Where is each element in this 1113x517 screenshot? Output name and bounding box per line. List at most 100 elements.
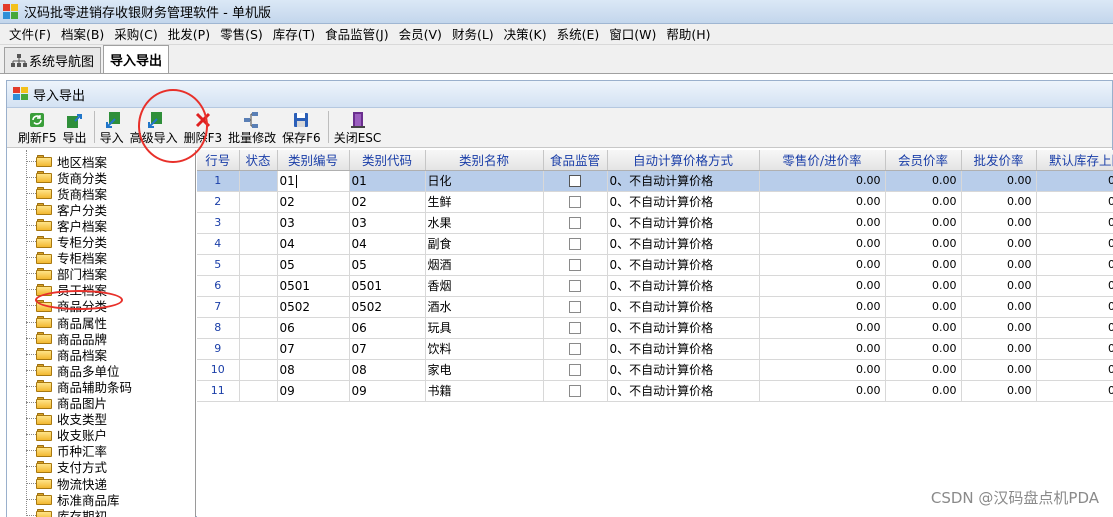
table-cell[interactable]: 0、不自动计算价格 bbox=[607, 191, 760, 213]
table-cell[interactable] bbox=[239, 359, 278, 381]
column-header[interactable]: 状态 bbox=[239, 150, 278, 171]
rate-cell[interactable]: 0.00 bbox=[961, 359, 1037, 381]
menu-item[interactable]: 食品监管(J) bbox=[320, 24, 393, 45]
rate-cell[interactable]: 0.00 bbox=[961, 380, 1037, 402]
rate-cell[interactable]: 0.00 bbox=[759, 254, 886, 276]
food-supervision-checkbox[interactable] bbox=[543, 296, 608, 318]
rate-cell[interactable]: 0.00 bbox=[1036, 359, 1113, 381]
export-button[interactable]: 导出 bbox=[62, 109, 88, 145]
menu-item[interactable]: 窗口(W) bbox=[604, 24, 661, 45]
tree-item[interactable]: 标准商品库 bbox=[26, 491, 120, 508]
menu-item[interactable]: 帮助(H) bbox=[661, 24, 715, 45]
table-cell[interactable]: 0、不自动计算价格 bbox=[607, 359, 760, 381]
table-row[interactable]: 705020502酒水0、不自动计算价格0.000.000.000.00 bbox=[197, 296, 1113, 318]
table-row[interactable]: 90707饮料0、不自动计算价格0.000.000.000.00 bbox=[197, 338, 1113, 360]
tree-item[interactable]: 商品分类 bbox=[26, 298, 107, 314]
menu-item[interactable]: 零售(S) bbox=[215, 24, 268, 45]
rate-cell[interactable]: 0.00 bbox=[961, 191, 1037, 213]
rate-cell[interactable]: 0.00 bbox=[759, 380, 886, 402]
tree-item[interactable]: 库存期初 bbox=[26, 507, 107, 517]
row-number-cell[interactable]: 8 bbox=[197, 317, 240, 339]
refresh-button[interactable]: 刷新F5 bbox=[17, 109, 58, 145]
table-cell[interactable]: 0、不自动计算价格 bbox=[607, 317, 760, 339]
table-cell[interactable]: 04 bbox=[349, 233, 426, 255]
table-cell[interactable]: 酒水 bbox=[425, 296, 544, 318]
tree-item[interactable]: 收支类型 bbox=[26, 411, 107, 427]
tree-item[interactable]: 货商档案 bbox=[26, 185, 107, 202]
import-button[interactable]: 导入 bbox=[99, 109, 125, 145]
rate-cell[interactable]: 0.00 bbox=[759, 317, 886, 339]
table-cell[interactable]: 01 bbox=[277, 170, 350, 192]
rate-cell[interactable]: 0.00 bbox=[885, 212, 962, 234]
table-cell[interactable] bbox=[239, 233, 278, 255]
table-cell[interactable]: 05 bbox=[349, 254, 426, 276]
table-cell[interactable]: 01 bbox=[349, 170, 426, 192]
row-number-cell[interactable]: 2 bbox=[197, 191, 240, 213]
checkbox[interactable] bbox=[569, 385, 581, 397]
table-row[interactable]: 110909书籍0、不自动计算价格0.000.000.000.00 bbox=[197, 380, 1113, 402]
rate-cell[interactable]: 0.00 bbox=[885, 170, 962, 192]
rate-cell[interactable]: 0.00 bbox=[885, 296, 962, 318]
tree-item[interactable]: 商品属性 bbox=[26, 314, 107, 331]
food-supervision-checkbox[interactable] bbox=[543, 359, 608, 381]
rate-cell[interactable]: 0.00 bbox=[885, 380, 962, 402]
checkbox[interactable] bbox=[569, 259, 581, 271]
rate-cell[interactable]: 0.00 bbox=[961, 317, 1037, 339]
table-cell[interactable]: 09 bbox=[277, 380, 350, 402]
tree-item[interactable]: 支付方式 bbox=[26, 459, 107, 475]
table-cell[interactable] bbox=[239, 296, 278, 318]
column-header[interactable]: 食品监管 bbox=[543, 150, 608, 171]
rate-cell[interactable]: 0.00 bbox=[961, 275, 1037, 297]
tree-item[interactable]: 客户分类 bbox=[26, 201, 107, 218]
column-header[interactable]: 批发价率 bbox=[961, 150, 1037, 171]
row-number-cell[interactable]: 11 bbox=[197, 380, 240, 402]
column-header[interactable]: 零售价/进价率 bbox=[759, 150, 886, 171]
table-cell[interactable]: 0501 bbox=[277, 275, 350, 297]
table-row[interactable]: 80606玩具0、不自动计算价格0.000.000.000.00 bbox=[197, 317, 1113, 339]
tree-item[interactable]: 收支账户 bbox=[26, 427, 107, 443]
table-cell[interactable] bbox=[239, 338, 278, 360]
menu-item[interactable]: 采购(C) bbox=[109, 24, 162, 45]
table-cell[interactable]: 05 bbox=[277, 254, 350, 276]
checkbox[interactable] bbox=[569, 280, 581, 292]
rate-cell[interactable]: 0.00 bbox=[1036, 338, 1113, 360]
rate-cell[interactable]: 0.00 bbox=[961, 212, 1037, 234]
checkbox[interactable] bbox=[569, 217, 581, 229]
table-cell[interactable]: 09 bbox=[349, 380, 426, 402]
checkbox[interactable] bbox=[569, 301, 581, 313]
menu-item[interactable]: 批发(P) bbox=[163, 24, 215, 45]
rate-cell[interactable]: 0.00 bbox=[961, 338, 1037, 360]
table-cell[interactable]: 家电 bbox=[425, 359, 544, 381]
tree-item[interactable]: 商品图片 bbox=[26, 395, 107, 411]
table-cell[interactable]: 0、不自动计算价格 bbox=[607, 170, 760, 192]
row-number-cell[interactable]: 1 bbox=[197, 170, 240, 192]
rate-cell[interactable]: 0.00 bbox=[759, 275, 886, 297]
menu-item[interactable]: 库存(T) bbox=[268, 24, 320, 45]
table-cell[interactable]: 0502 bbox=[349, 296, 426, 318]
row-number-cell[interactable]: 4 bbox=[197, 233, 240, 255]
column-header[interactable]: 类别代码 bbox=[349, 150, 426, 171]
tree-item[interactable]: 地区档案 bbox=[26, 153, 107, 170]
table-row[interactable]: 20202生鲜0、不自动计算价格0.000.000.000.00 bbox=[197, 191, 1113, 213]
table-cell[interactable]: 0502 bbox=[277, 296, 350, 318]
rate-cell[interactable]: 0.00 bbox=[885, 275, 962, 297]
rate-cell[interactable]: 0.00 bbox=[759, 296, 886, 318]
column-header[interactable]: 行号 bbox=[197, 150, 240, 171]
column-header[interactable]: 类别编号 bbox=[277, 150, 350, 171]
tree-item[interactable]: 员工档案 bbox=[26, 282, 107, 298]
rate-cell[interactable]: 0.00 bbox=[759, 233, 886, 255]
row-number-cell[interactable]: 10 bbox=[197, 359, 240, 381]
food-supervision-checkbox[interactable] bbox=[543, 380, 608, 402]
menu-item[interactable]: 会员(V) bbox=[394, 24, 447, 45]
row-number-cell[interactable]: 3 bbox=[197, 212, 240, 234]
food-supervision-checkbox[interactable] bbox=[543, 338, 608, 360]
food-supervision-checkbox[interactable] bbox=[543, 170, 608, 192]
table-cell[interactable]: 06 bbox=[349, 317, 426, 339]
checkbox[interactable] bbox=[569, 238, 581, 250]
menu-item[interactable]: 系统(E) bbox=[552, 24, 605, 45]
table-cell[interactable]: 0、不自动计算价格 bbox=[607, 254, 760, 276]
rate-cell[interactable]: 0.00 bbox=[1036, 233, 1113, 255]
table-cell[interactable]: 饮料 bbox=[425, 338, 544, 360]
table-cell[interactable]: 烟酒 bbox=[425, 254, 544, 276]
table-cell[interactable]: 03 bbox=[277, 212, 350, 234]
